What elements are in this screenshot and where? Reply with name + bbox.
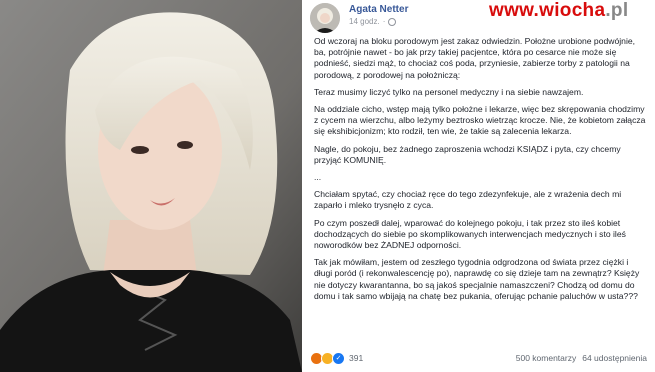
post-meta: 14 godz. · bbox=[349, 17, 397, 26]
post-paragraph: ... bbox=[314, 172, 322, 183]
reactions[interactable]: ✓ 391 bbox=[310, 351, 363, 365]
portrait-photo bbox=[0, 0, 302, 372]
author-avatar[interactable] bbox=[310, 3, 340, 33]
reaction-count[interactable]: 391 bbox=[349, 353, 363, 363]
post-paragraph: Teraz musimy liczyć tylko na personel me… bbox=[314, 86, 584, 97]
post-text: Od wczoraj na bloku porodowym jest zakaz… bbox=[314, 36, 648, 308]
facebook-post: Agata Netter 14 godz. · www.wiocha.pl Od… bbox=[302, 0, 655, 372]
post-paragraph: Od wczoraj na bloku porodowym jest zakaz… bbox=[314, 36, 636, 80]
post-time[interactable]: 14 godz. bbox=[349, 17, 380, 26]
post-paragraph: Chciałam spytać, czy chociaż ręce do teg… bbox=[314, 189, 622, 211]
post-paragraph: Nagle, do pokoju, bez żadnego zaproszeni… bbox=[314, 143, 621, 165]
author-name[interactable]: Agata Netter bbox=[349, 4, 408, 15]
like-reaction-icon: ✓ bbox=[332, 351, 345, 365]
separator: · bbox=[382, 17, 386, 26]
watermark-logo: www.wiocha.pl bbox=[489, 0, 629, 21]
post-paragraph: Po czym poszedł dalej, wparować do kolej… bbox=[314, 217, 626, 251]
comments-count[interactable]: 500 komentarzy bbox=[516, 353, 576, 363]
post-footer: ✓ 391 500 komentarzy 64 udostępnienia bbox=[310, 348, 647, 368]
post-paragraph: Tak jak mówiłam, jestem od zeszłego tygo… bbox=[314, 257, 640, 301]
globe-icon bbox=[388, 17, 397, 26]
shares-count[interactable]: 64 udostępnienia bbox=[582, 353, 647, 363]
post-paragraph: Na oddziale cicho, wstęp mają tylko poło… bbox=[314, 104, 646, 137]
